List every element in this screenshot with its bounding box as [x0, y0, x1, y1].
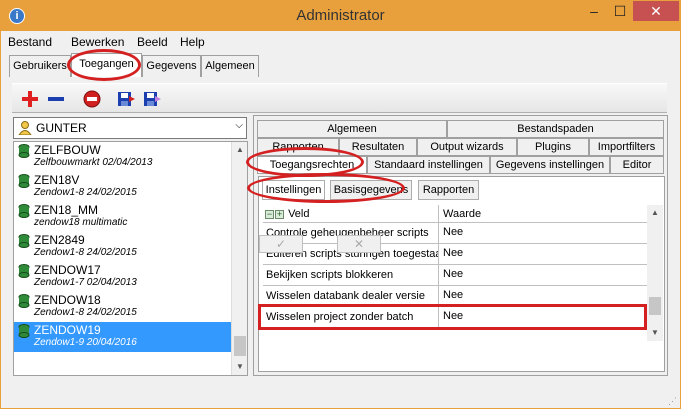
scroll-thumb[interactable]: [649, 297, 661, 315]
list-item[interactable]: ZENDOW18 Zendow1-8 24/02/2015: [14, 292, 232, 322]
menu-beeld[interactable]: Beeld: [137, 35, 168, 49]
list-item-selected[interactable]: ZENDOW19 Zendow1-9 20/04/2016: [14, 322, 232, 352]
tab-bestandspaden[interactable]: Bestandspaden: [447, 120, 664, 138]
list-item-name: ZENDOW18: [34, 293, 101, 307]
menu-help[interactable]: Help: [180, 35, 205, 49]
collapse-all-icon[interactable]: −: [265, 209, 274, 219]
grid-scrollbar[interactable]: ▲ ▼: [647, 205, 663, 341]
database-icon: [18, 204, 30, 218]
list-item-description: zendow18 multimatic: [34, 217, 128, 228]
tab-plugins[interactable]: Plugins: [517, 138, 589, 156]
expand-all-icon[interactable]: +: [275, 209, 284, 219]
scroll-thumb[interactable]: [234, 336, 246, 356]
confirm-button[interactable]: ✓: [259, 235, 303, 253]
user-icon: [18, 121, 32, 136]
minus-icon[interactable]: [46, 89, 66, 109]
subtab-rapporten[interactable]: Rapporten: [418, 180, 479, 200]
maximize-button[interactable]: ☐: [607, 1, 633, 21]
main-window: i Administrator ‒ ☐ ✕ Bestand Bewerken B…: [0, 0, 681, 409]
list-item-name: ZENDOW17: [34, 263, 101, 277]
list-item-description: Zendow1-9 20/04/2016: [34, 337, 137, 348]
highlight-instellingen: [247, 173, 405, 203]
list-item-description: Zendow1-7 02/04/2013: [34, 277, 137, 288]
no-entry-icon[interactable]: [82, 89, 102, 109]
setting-value[interactable]: Nee: [439, 265, 647, 283]
minimize-button[interactable]: ‒: [581, 1, 607, 21]
column-header-veld[interactable]: − + Veld: [263, 205, 439, 223]
title-bar: i Administrator ‒ ☐ ✕: [1, 1, 680, 31]
setting-value[interactable]: Nee: [439, 223, 647, 241]
toolbar: [12, 83, 667, 113]
column-header-waarde[interactable]: Waarde: [439, 205, 647, 223]
scroll-up-icon[interactable]: ▲: [232, 142, 247, 158]
list-item[interactable]: ZEN18_MM zendow18 multimatic: [14, 202, 232, 232]
tab-editor[interactable]: Editor: [610, 156, 664, 174]
table-row[interactable]: Controle geheugenbeheer scripts Nee: [263, 223, 647, 244]
scroll-up-icon[interactable]: ▲: [647, 205, 663, 221]
list-item-name: ZEN18_MM: [34, 203, 99, 217]
user-select-value: GUNTER: [36, 121, 87, 135]
list-item-description: Zendow1-8 24/02/2015: [34, 307, 137, 318]
list-item[interactable]: ZELFBOUW Zelfbouwmarkt 02/04/2013: [14, 142, 232, 172]
save-in-icon[interactable]: [116, 89, 136, 109]
scroll-down-icon[interactable]: ▼: [647, 325, 663, 341]
list-item-name: ZENDOW19: [34, 323, 101, 337]
database-icon: [18, 234, 30, 248]
plus-icon[interactable]: [20, 89, 40, 109]
database-list: ZELFBOUW Zelfbouwmarkt 02/04/2013 ZEN18V…: [13, 141, 248, 376]
cancel-button[interactable]: ✕: [337, 235, 381, 253]
chevron-down-icon[interactable]: ⌵: [235, 120, 243, 131]
list-item-name: ZEN18V: [34, 173, 80, 187]
database-icon: [18, 294, 30, 308]
database-icon: [18, 264, 30, 278]
setting-name: Bekijken scripts blokkeren: [263, 265, 439, 286]
list-item-description: Zelfbouwmarkt 02/04/2013: [34, 157, 153, 168]
list-scrollbar[interactable]: ▲ ▼: [231, 142, 247, 375]
scroll-down-icon[interactable]: ▼: [232, 359, 247, 375]
menu-bestand[interactable]: Bestand: [8, 35, 52, 49]
tab-importfilters[interactable]: Importfilters: [589, 138, 664, 156]
resize-grip-icon[interactable]: ⋰: [668, 396, 678, 406]
menu-bewerken[interactable]: Bewerken: [71, 35, 124, 49]
tab-algemeen[interactable]: Algemeen: [201, 55, 259, 77]
list-item[interactable]: ZENDOW17 Zendow1-7 02/04/2013: [14, 262, 232, 292]
list-item[interactable]: ZEN2849 Zendow1-8 24/02/2015: [14, 232, 232, 262]
tab-algemeen-settings[interactable]: Algemeen: [257, 120, 447, 138]
setting-value[interactable]: Nee: [439, 286, 647, 304]
database-icon: [18, 144, 30, 158]
user-select[interactable]: GUNTER ⌵: [13, 117, 247, 139]
close-button[interactable]: ✕: [633, 1, 679, 21]
tab-gegevens[interactable]: Gegevens: [142, 55, 201, 77]
save-out-icon[interactable]: [142, 89, 162, 109]
list-item-description: Zendow1-8 24/02/2015: [34, 187, 137, 198]
list-item[interactable]: ZEN18V Zendow1-8 24/02/2015: [14, 172, 232, 202]
tab-gegevens-instellingen[interactable]: Gegevens instellingen: [490, 156, 610, 174]
database-icon: [18, 324, 30, 338]
tab-gebruikers[interactable]: Gebruikers: [9, 55, 71, 77]
database-icon: [18, 174, 30, 188]
table-row[interactable]: Bekijken scripts blokkeren Nee: [263, 265, 647, 286]
table-row[interactable]: Editeren scripts sturingen toegestaan Ne…: [263, 244, 647, 265]
toegangsrechten-panel: Instellingen Basisgegevens Rapporten − + …: [258, 176, 665, 372]
tab-output-wizards[interactable]: Output wizards: [417, 138, 517, 156]
setting-value[interactable]: Nee: [439, 244, 647, 262]
window-title: Administrator: [296, 7, 385, 24]
highlight-wisselen-project-row: [258, 304, 647, 330]
list-item-name: ZEN2849: [34, 233, 85, 247]
column-header-veld-label: Veld: [288, 208, 310, 220]
highlight-toegangen: [67, 49, 141, 81]
list-item-description: Zendow1-8 24/02/2015: [34, 247, 137, 258]
tab-standaard-instellingen[interactable]: Standaard instellingen: [367, 156, 490, 174]
list-item-name: ZELFBOUW: [34, 143, 101, 157]
